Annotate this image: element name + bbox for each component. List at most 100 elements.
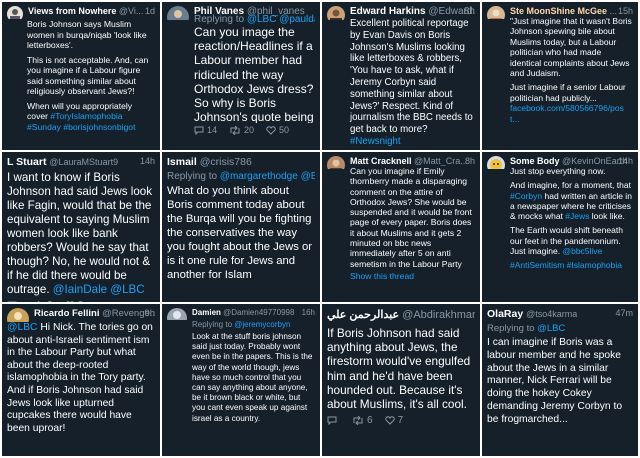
avatar[interactable]: [327, 156, 345, 169]
tweet-body: "Just imagine that it wasn't Boris Johns…: [510, 16, 633, 124]
reply-prefix: Replying to: [192, 320, 233, 329]
retweet-icon: [353, 416, 363, 426]
handle[interactable]: @Abdirakhmann: [402, 309, 475, 321]
reply-context: Replying to @LBC @pauldashwo: [194, 14, 315, 25]
avatar[interactable]: [487, 156, 505, 169]
tweet-tile-8[interactable]: Some Body @KevinOnEarth 14h Just stop ev…: [482, 152, 638, 302]
timestamp[interactable]: 8h: [464, 6, 475, 17]
tweet-text: Just stop everything now.: [510, 166, 606, 176]
hashtag-link[interactable]: #Newsnight: [350, 136, 401, 147]
tweet-text: Look at the stuff boris johnson said jus…: [192, 332, 313, 423]
tweet-tile-5[interactable]: L Stuart @LauraMStuart9 14h I want to kn…: [2, 152, 160, 302]
tweet-actions: 6 7: [327, 415, 475, 426]
mention-links[interactable]: @IainDale @LBC: [53, 283, 145, 296]
tweet-tile-12[interactable]: OlaRay @tso4karma 47m Replying to @LBC I…: [482, 304, 638, 456]
mention-link[interactable]: @LBC: [7, 322, 37, 333]
tweet-body: @LBC Hi Nick. The tories go on about ant…: [7, 322, 155, 435]
hashtag-link[interactable]: #Sunday #borisjohnsonbigot: [27, 122, 135, 132]
tweet-text: "Just imagine that it wasn't Boris Johns…: [510, 16, 632, 79]
tweet-tile-9[interactable]: Ricardo Fellini @Revenge... 9h @LBC Hi N…: [2, 304, 160, 456]
like-button[interactable]: 7: [384, 415, 404, 427]
display-name[interactable]: Ricardo Fellini: [34, 308, 99, 319]
timestamp[interactable]: 15h: [618, 6, 633, 16]
heart-icon: [65, 301, 74, 302]
avatar[interactable]: [7, 6, 23, 19]
show-thread-link[interactable]: Show this thread: [350, 271, 475, 281]
retweet-button[interactable]: 2: [32, 300, 53, 302]
like-count: 7: [397, 415, 404, 427]
timestamp[interactable]: 9h: [144, 308, 155, 319]
avatar[interactable]: [167, 6, 189, 20]
like-button[interactable]: 50: [266, 125, 289, 135]
handle[interactable]: @crisis786: [200, 156, 252, 168]
handle[interactable]: @Damien49770998: [223, 308, 294, 317]
hashtag-link[interactable]: #Corbyn: [510, 191, 542, 201]
tweet-text: Can you image the reaction/Headlines if …: [194, 25, 314, 123]
handle[interactable]: ...: [610, 6, 618, 16]
tweet-text: Can you imagine if Emily thornberry made…: [350, 166, 472, 269]
timestamp[interactable]: 14h: [618, 156, 633, 166]
reply-to-link[interactable]: @margarethodge @B: [220, 171, 315, 182]
retweet-count: 6: [367, 415, 373, 427]
handle[interactable]: @LauraMStuart9: [49, 157, 118, 167]
tweet-tile-7[interactable]: Matt Cracknell @Matt_Cra... 8h Can you i…: [322, 152, 480, 302]
retweet-button[interactable]: 20: [229, 125, 254, 135]
retweet-count: 2: [47, 300, 53, 302]
display-name[interactable]: Some Body: [510, 156, 560, 166]
like-button[interactable]: 2: [65, 300, 84, 302]
timestamp[interactable]: 1d: [145, 6, 155, 16]
tweet-text: Boris Johnson says Muslim women in burqa…: [27, 19, 147, 50]
reply-count: 14: [207, 125, 218, 135]
display-name[interactable]: عبدالرحمن علي: [327, 309, 399, 321]
reply-context: Replying to @margarethodge @B: [167, 171, 315, 182]
avatar[interactable]: [487, 6, 505, 19]
tweet-tile-6[interactable]: Ismail @crisis786 Replying to @margareth…: [162, 152, 320, 302]
like-count: 2: [78, 300, 84, 302]
reply-button[interactable]: [327, 416, 340, 426]
tweet-tile-1[interactable]: Views from Nowhere @Vi... 1d Boris Johns…: [2, 2, 160, 150]
tweet-actions: 2 2: [7, 300, 155, 302]
display-name[interactable]: Damien: [192, 308, 221, 317]
timestamp[interactable]: 47m: [615, 308, 633, 318]
display-name[interactable]: Views from Nowhere: [28, 6, 116, 16]
display-name[interactable]: Ismail: [167, 156, 197, 168]
handle[interactable]: @tso4karma: [526, 309, 577, 319]
reply-to-link[interactable]: @LBC @pauldashwo: [247, 14, 315, 25]
tweet-tile-11[interactable]: عبدالرحمن علي @Abdirakhmann If Boris Joh…: [322, 304, 480, 456]
timestamp[interactable]: 16h: [302, 308, 315, 317]
timestamp[interactable]: 8h: [465, 156, 475, 166]
tweet-text: I can imagine if Boris was a labour memb…: [487, 337, 623, 425]
hashtag-links[interactable]: #AntiSemitism #Islamophobia: [510, 260, 633, 270]
hashtag-link[interactable]: #Jews: [565, 211, 589, 221]
reply-button[interactable]: [7, 301, 20, 302]
tweet-tile-2[interactable]: Phil Vanes @phil_vanes Replying to @LBC …: [162, 2, 320, 150]
tweet-tile-10[interactable]: Damien @Damien49770998 16h Replying to @…: [162, 304, 320, 456]
retweet-button[interactable]: 6: [352, 415, 373, 426]
external-link[interactable]: facebook.com/580566796/pos t...: [510, 103, 633, 124]
display-name[interactable]: OlaRay: [487, 308, 523, 320]
avatar[interactable]: [327, 6, 345, 20]
retweet-icon: [37, 301, 40, 302]
tweet-text: look like.: [591, 211, 625, 222]
tweet-text: This is not acceptable. And, can you ima…: [27, 54, 149, 97]
handle[interactable]: @Vi...: [119, 6, 143, 16]
display-name[interactable]: Matt Cracknell: [350, 156, 412, 166]
hashtag-link[interactable]: #ToryIslamophobia: [50, 111, 122, 121]
heart-icon: [266, 125, 276, 135]
tweet-body: Excellent political reportage by Evan Da…: [350, 18, 475, 148]
reply-icon: [327, 416, 337, 426]
display-name[interactable]: Edward Harkins: [350, 6, 426, 17]
display-name[interactable]: L Stuart: [7, 156, 46, 168]
handle[interactable]: @Matt_Cra...: [414, 156, 468, 166]
tweet-text: I want to know if Boris Johnson had said…: [7, 171, 153, 296]
reply-button[interactable]: 14: [194, 125, 217, 135]
reply-to-link[interactable]: @jeremycorbyn: [234, 320, 290, 329]
timestamp[interactable]: 14h: [140, 156, 155, 166]
reply-to-link[interactable]: @LBC: [537, 323, 565, 334]
tweet-tile-3[interactable]: Edward Harkins @Edward... 8h Excellent p…: [322, 2, 480, 150]
tweet-tile-4[interactable]: Ste MoonShine McGee ... 15h "Just imagin…: [482, 2, 638, 150]
avatar[interactable]: [167, 308, 187, 320]
mention-link[interactable]: @bbc5live: [562, 246, 602, 256]
display-name[interactable]: Ste MoonShine McGee: [510, 6, 607, 16]
avatar[interactable]: [7, 308, 29, 322]
